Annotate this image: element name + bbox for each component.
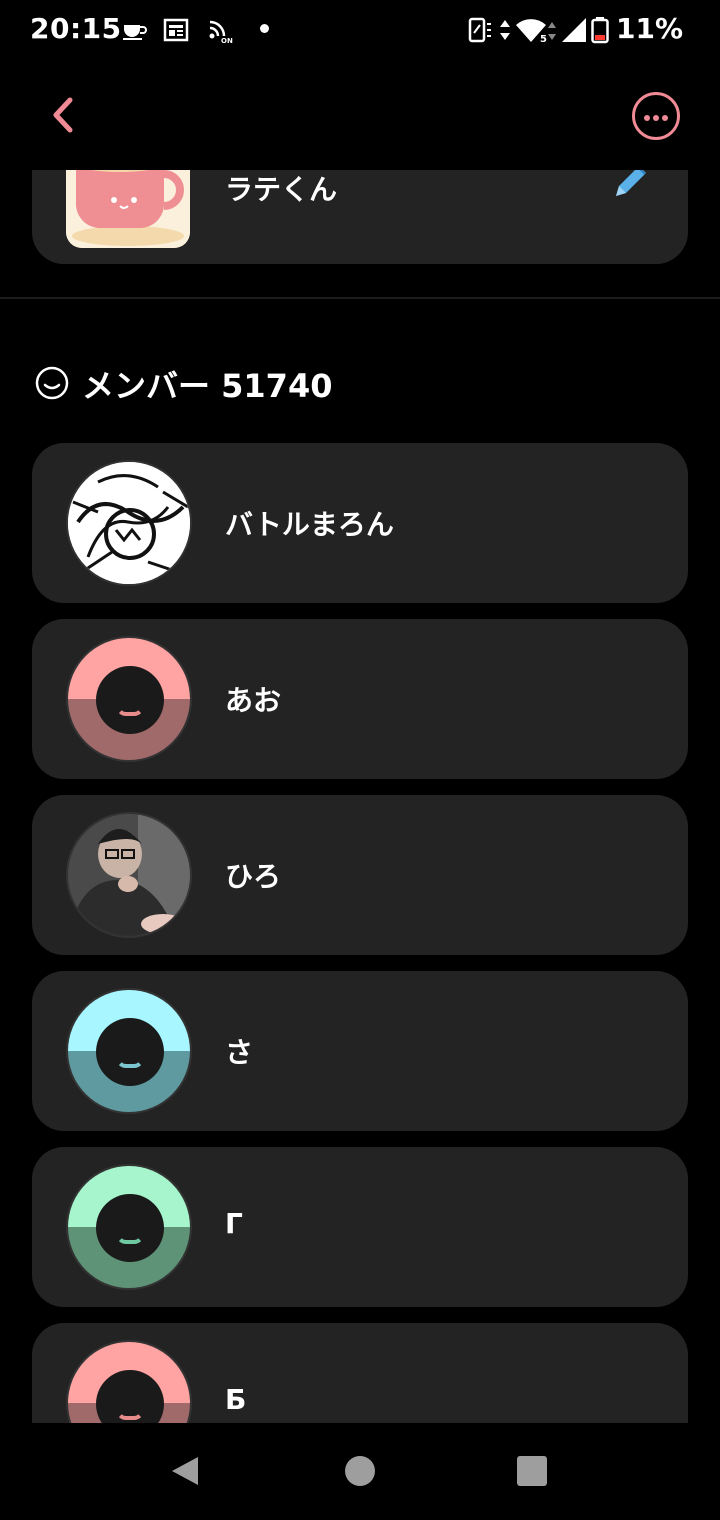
- nfc-icon: ON: [209, 20, 233, 44]
- nav-recents-icon[interactable]: [517, 1456, 547, 1486]
- member-list-scroll[interactable]: ラテくん メンバー 51740 バトルまろん あお ひろ さ Г Б: [0, 170, 720, 1423]
- avatar: [66, 460, 192, 586]
- avatar: [66, 1164, 192, 1290]
- member-name: バトルまろん: [225, 508, 394, 541]
- member-name: Б: [225, 1383, 247, 1416]
- nav-home-icon[interactable]: [345, 1456, 375, 1486]
- svg-text:5: 5: [540, 34, 547, 44]
- signal-icon: [562, 18, 586, 42]
- sketch-avatar-icon: [68, 462, 190, 584]
- member-row[interactable]: Г: [32, 1147, 688, 1307]
- avatar: [66, 988, 192, 1114]
- svg-text:ON: ON: [221, 37, 233, 44]
- smile-circle-icon: [35, 366, 69, 400]
- pencil-icon[interactable]: [608, 170, 652, 204]
- avatar-smile: [116, 706, 144, 716]
- notification-dot: [260, 24, 269, 33]
- more-dot: [662, 115, 668, 121]
- avatar: [66, 1340, 192, 1423]
- avatar-face: [96, 1194, 164, 1262]
- avatar-smile: [116, 1234, 144, 1244]
- members-title: メンバー 51740: [82, 367, 333, 405]
- avatar-face: [96, 1018, 164, 1086]
- chevron-left-icon[interactable]: [40, 90, 90, 140]
- member-row[interactable]: あお: [32, 619, 688, 779]
- system-nav-bar: [0, 1423, 720, 1520]
- profile-card[interactable]: ラテくん: [32, 170, 688, 264]
- avatar: [66, 812, 192, 938]
- section-divider: [0, 297, 720, 299]
- person-photo-icon: [68, 814, 190, 936]
- status-bar: 20:15 ON 5 11%: [0, 0, 720, 60]
- battery-percent: 11%: [616, 12, 684, 45]
- latte-avatar: [66, 170, 190, 248]
- member-name: さ: [225, 1036, 254, 1069]
- avatar-face: [96, 666, 164, 734]
- avatar-smile: [116, 1058, 144, 1068]
- more-dot: [644, 115, 650, 121]
- coffee-icon: [123, 25, 147, 40]
- member-row[interactable]: Б: [32, 1323, 688, 1423]
- member-name: ひろ: [225, 860, 282, 893]
- member-row[interactable]: さ: [32, 971, 688, 1131]
- avatar-smile: [116, 1410, 144, 1420]
- news-icon: [163, 18, 189, 42]
- vibrate-icon: [468, 17, 491, 43]
- screen: 20:15 ON 5 11% ラテくん メンバー 51740 バトルまろん あお…: [0, 0, 720, 1520]
- profile-name: ラテくん: [225, 173, 338, 206]
- member-name: Г: [225, 1207, 243, 1240]
- app-bar: [0, 60, 720, 170]
- battery-icon: [591, 17, 609, 44]
- nav-back-icon[interactable]: [170, 1455, 200, 1487]
- status-time: 20:15: [30, 12, 122, 45]
- more-options-button[interactable]: [632, 92, 680, 140]
- member-row[interactable]: バトルまろん: [32, 443, 688, 603]
- member-name: あお: [225, 684, 282, 717]
- wifi-icon: 5: [516, 19, 556, 44]
- more-dot: [653, 115, 659, 121]
- avatar: [66, 636, 192, 762]
- latte-cup-icon: [66, 170, 190, 248]
- data-arrows-icon: [500, 20, 510, 40]
- member-row[interactable]: ひろ: [32, 795, 688, 955]
